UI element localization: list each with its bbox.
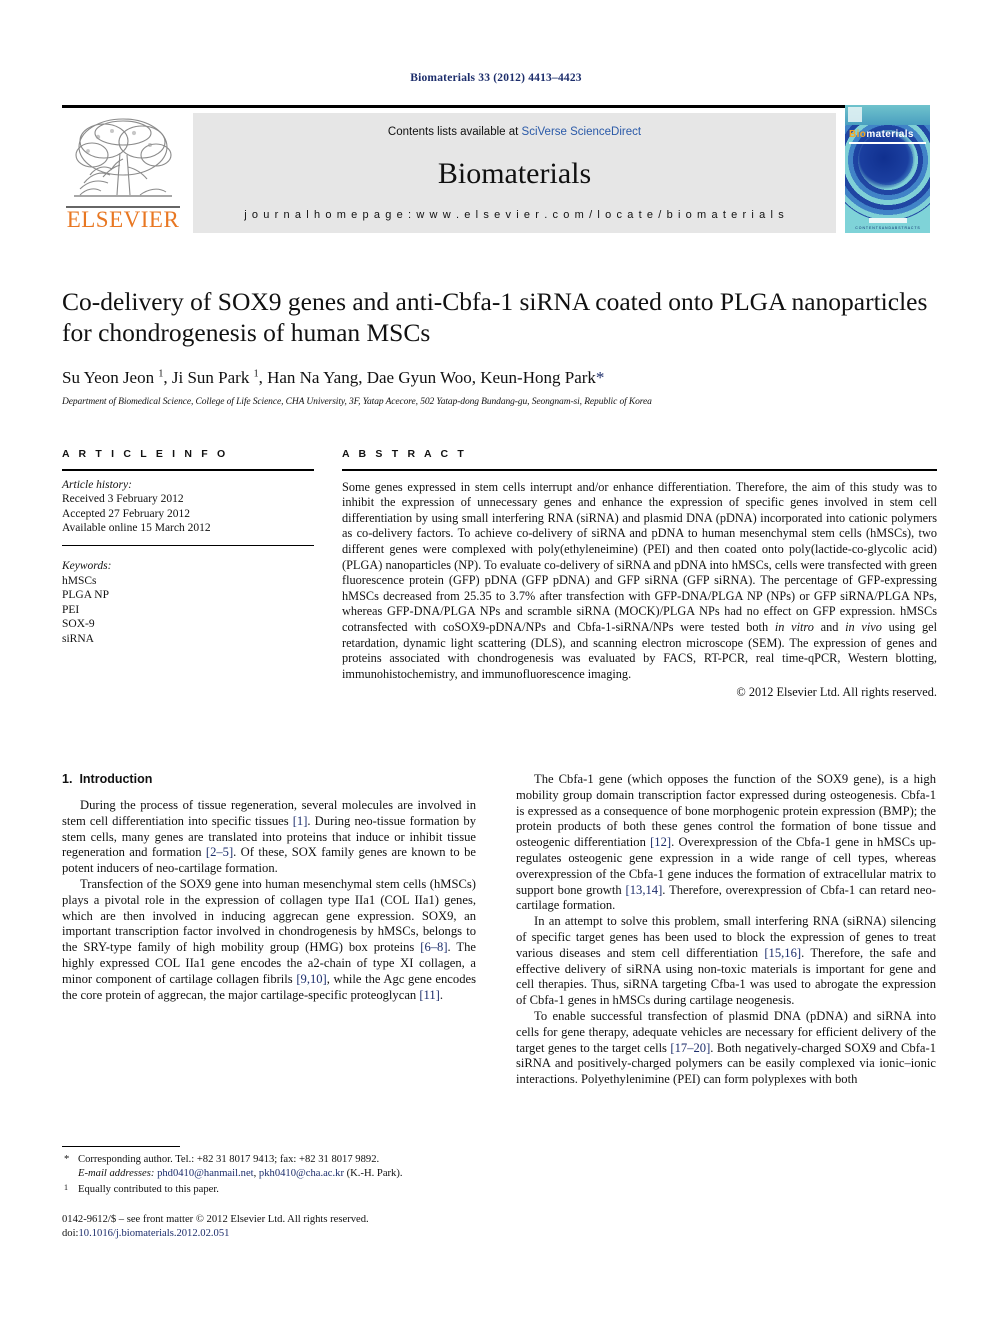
- abstract-heading: A B S T R A C T: [342, 448, 467, 460]
- cover-footer-text: C O N T E N T S A N D A B S T R A C T S: [855, 226, 920, 230]
- cover-bottom-chip: [869, 218, 907, 223]
- cover-name-bio: Bio: [849, 129, 867, 140]
- cover-name-rule: [849, 142, 926, 144]
- contents-available-line: Contents lists available at SciVerse Sci…: [193, 126, 836, 138]
- keyword-item: hMSCs: [62, 574, 97, 587]
- journal-homepage-line[interactable]: j o u r n a l h o m e p a g e : w w w . …: [193, 209, 836, 221]
- footnote-equal-contribution: 1 Equally contributed to this paper.: [62, 1183, 476, 1197]
- title-block: Co-delivery of SOX9 genes and anti-Cbfa-…: [62, 286, 937, 407]
- journal-title: Biomaterials: [437, 157, 592, 190]
- imprint-front-matter: 0142-9612/$ – see front matter © 2012 El…: [62, 1214, 369, 1225]
- footnote-email-addresses[interactable]: phd0410@hanmail.net, pkh0410@cha.ac.kr (…: [157, 1168, 402, 1179]
- history-accepted: Accepted 27 February 2012: [62, 507, 191, 520]
- article-info-column: A R T I C L E I N F O Article history: R…: [62, 448, 314, 646]
- contents-prefix: Contents lists available at: [387, 126, 522, 138]
- masthead-top-rule: [62, 105, 930, 108]
- section-number: 1.: [62, 772, 73, 786]
- body-column-right: The Cbfa-1 gene (which opposes the funct…: [516, 772, 936, 1088]
- author-affiliation: Department of Biomedical Science, Colleg…: [62, 397, 652, 407]
- paragraph: The Cbfa-1 gene (which opposes the funct…: [516, 772, 936, 913]
- article-history: Article history: Received 3 February 201…: [62, 478, 314, 536]
- sciencedirect-link[interactable]: SciVerse ScienceDirect: [522, 126, 642, 138]
- keyword-item: siRNA: [62, 632, 94, 645]
- article-info-heading: A R T I C L E I N F O: [62, 448, 229, 460]
- elsevier-wordmark: ELSEVIER: [66, 207, 180, 232]
- footnote-email-label: E-mail addresses:: [78, 1167, 155, 1179]
- footnote-marker-asterisk: *: [64, 1154, 70, 1165]
- keywords-block: Keywords: hMSCs PLGA NP PEI SOX-9 siRNA: [62, 559, 314, 646]
- author-list: Su Yeon Jeon 1, Ji Sun Park 1, Han Na Ya…: [62, 368, 605, 387]
- paragraph: In an attempt to solve this problem, sma…: [516, 914, 936, 1008]
- keyword-item: PLGA NP: [62, 589, 109, 602]
- history-available: Available online 15 March 2012: [62, 522, 211, 535]
- doi-value[interactable]: 10.1016/j.biomaterials.2012.02.051: [78, 1228, 229, 1239]
- paragraph: To enable successful transfection of pla…: [516, 1008, 936, 1087]
- keywords-label: Keywords:: [62, 560, 112, 573]
- footnote-equal-text: Equally contributed to this paper.: [78, 1184, 219, 1196]
- footnote-corresponding-author: * Corresponding author. Tel.: +82 31 801…: [62, 1153, 476, 1180]
- cover-journal-name: Biomaterials: [849, 129, 914, 140]
- article-info-rule-top: [62, 469, 314, 471]
- footnote-rule: [62, 1146, 180, 1147]
- journal-cover-thumbnail[interactable]: Biomaterials C O N T E N T S A N D A B S…: [845, 105, 930, 233]
- footnote-marker-one: 1: [64, 1183, 68, 1193]
- paragraph: Transfection of the SOX9 gene into human…: [62, 876, 476, 1002]
- page-title: Co-delivery of SOX9 genes and anti-Cbfa-…: [62, 287, 928, 347]
- article-info-rule-mid: [62, 544, 314, 547]
- journal-band: Contents lists available at SciVerse Sci…: [193, 113, 836, 233]
- article-history-label: Article history:: [62, 478, 132, 491]
- imprint-doi: doi:10.1016/j.biomaterials.2012.02.051: [62, 1227, 562, 1241]
- journal-article-page: Biomaterials 33 (2012) 4413–4423 ELSEVIE…: [0, 0, 992, 1323]
- elsevier-tree-icon: [74, 118, 172, 197]
- body-column-left: 1. Introduction During the process of tis…: [62, 772, 476, 1003]
- journal-masthead: ELSEVIER Contents lists available at Sci…: [62, 105, 930, 233]
- section-title: Introduction: [79, 772, 153, 786]
- keyword-item: PEI: [62, 603, 80, 616]
- abstract-text: Some genes expressed in stem cells inter…: [342, 479, 937, 681]
- keyword-item: SOX-9: [62, 618, 95, 631]
- abstract-copyright: © 2012 Elsevier Ltd. All rights reserved…: [736, 685, 937, 700]
- running-head: Biomaterials 33 (2012) 4413–4423: [410, 72, 582, 84]
- abstract-column: A B S T R A C T Some genes expressed in …: [342, 448, 937, 700]
- history-received: Received 3 February 2012: [62, 493, 184, 506]
- section-heading-introduction: 1. Introduction: [62, 772, 476, 786]
- elsevier-logo: ELSEVIER: [62, 113, 184, 233]
- imprint-block: 0142-9612/$ – see front matter © 2012 El…: [62, 1213, 562, 1240]
- footnotes-block: * Corresponding author. Tel.: +82 31 801…: [62, 1146, 476, 1197]
- cover-elsevier-mark-icon: [848, 107, 862, 122]
- footnote-corresponding-text: Corresponding author. Tel.: +82 31 8017 …: [78, 1154, 380, 1165]
- paragraph: During the process of tissue regeneratio…: [62, 798, 476, 876]
- cover-name-materials: materials: [866, 129, 914, 140]
- doi-label: doi:: [62, 1227, 79, 1239]
- abstract-rule: [342, 469, 937, 471]
